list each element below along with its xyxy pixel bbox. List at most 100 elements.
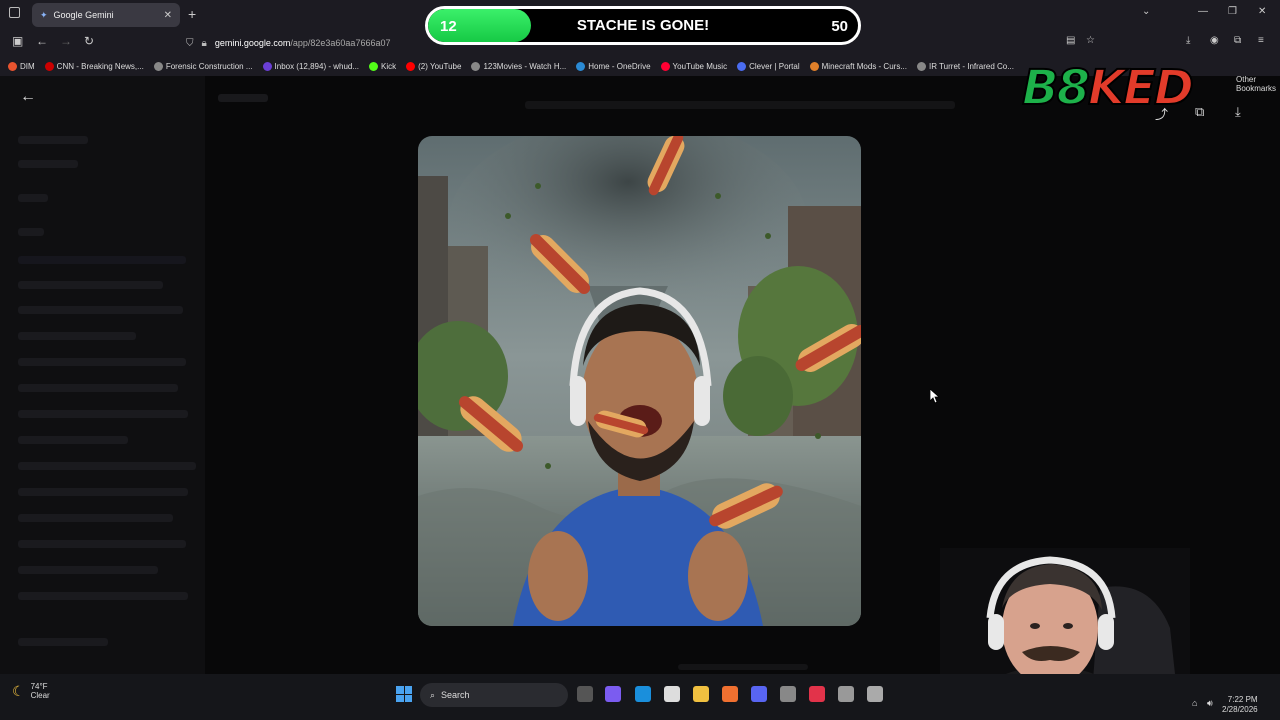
taskbar-search[interactable]: ⌕ Search	[420, 683, 568, 707]
task-view-icon[interactable]	[577, 686, 593, 702]
mouse-cursor	[930, 389, 940, 404]
back-button[interactable]: ←	[36, 34, 48, 48]
sidebar-item[interactable]	[18, 281, 163, 289]
sidebar-item[interactable]	[18, 566, 158, 574]
reload-button[interactable]: ↻	[84, 34, 94, 48]
tab-list-icon[interactable]	[9, 7, 20, 18]
app-icon-2[interactable]	[867, 686, 883, 702]
download-icon[interactable]: ⤓	[1235, 104, 1241, 120]
bookmark-item[interactable]: 123Movies - Watch H...	[471, 61, 566, 71]
sidebar-item[interactable]	[18, 194, 48, 202]
account-icon[interactable]: ◉	[1210, 35, 1219, 46]
windows-start-icon[interactable]	[396, 686, 412, 702]
maximize-button[interactable]: ❐	[1228, 6, 1237, 17]
sidebar-item[interactable]	[18, 540, 186, 548]
tab-title: Google Gemini	[53, 10, 114, 20]
clock-time: 7:22 PM	[1227, 695, 1258, 704]
other-bookmarks[interactable]: Other Bookmarks	[1236, 75, 1280, 93]
bookmark-icon	[44, 61, 54, 71]
sidebar-item[interactable]	[18, 256, 186, 264]
sidebar-item[interactable]	[18, 410, 188, 418]
prompt-text	[525, 101, 955, 109]
bookmark-label: Forensic Construction ...	[165, 61, 253, 71]
sidebar-item[interactable]	[18, 228, 44, 236]
discord-icon[interactable]	[751, 686, 767, 702]
bookmark-label: DIM	[20, 61, 35, 71]
edge-icon[interactable]	[635, 686, 651, 702]
bookmark-label: YouTube Music	[672, 61, 728, 71]
disclaimer-text	[678, 664, 808, 670]
bookmark-icon	[809, 61, 819, 71]
shield-icon: ⛉	[186, 37, 194, 49]
close-tab-icon[interactable]: ✕	[164, 10, 172, 21]
bookmark-item[interactable]: (2) YouTube	[406, 61, 461, 71]
sidebar-item[interactable]	[18, 488, 188, 496]
bookmark-icon	[369, 61, 379, 71]
sidebar-item[interactable]	[18, 514, 173, 522]
settings-icon[interactable]	[838, 686, 854, 702]
sidebar-item[interactable]	[18, 306, 183, 314]
store-icon[interactable]	[664, 686, 680, 702]
goal-progress-bar: 12 STACHE IS GONE! 50	[425, 6, 861, 45]
bookmark-item[interactable]: Inbox (12,894) - whud...	[262, 61, 360, 71]
bookmark-item[interactable]: DIM	[8, 61, 35, 71]
network-icon[interactable]: ⌂	[1192, 698, 1197, 708]
new-tab-button[interactable]: +	[188, 6, 196, 22]
minimize-button[interactable]: —	[1198, 6, 1208, 17]
menu-icon[interactable]: ≡	[1258, 35, 1264, 46]
bookmark-label: Inbox (12,894) - whud...	[274, 61, 360, 71]
bookmark-item[interactable]: YouTube Music	[660, 61, 728, 71]
file-explorer-icon[interactable]	[693, 686, 709, 702]
system-clock[interactable]: 7:22 PM 2/28/2026	[1222, 695, 1258, 715]
forward-button[interactable]: →	[60, 34, 72, 48]
bookmark-item[interactable]: Kick	[369, 61, 396, 71]
bookmark-icon	[153, 61, 163, 71]
close-window-button[interactable]: ✕	[1258, 6, 1266, 17]
bookmark-item[interactable]: Home - OneDrive	[576, 61, 651, 71]
progress-title: STACHE IS GONE!	[576, 17, 710, 34]
weather-condition: Clear	[30, 691, 50, 700]
url-domain: gemini.google.com	[214, 38, 291, 48]
sidebar-toggle-icon[interactable]: ▣	[12, 34, 23, 48]
chevron-down-icon[interactable]: ⌄	[1142, 6, 1150, 17]
lock-icon: 🔒︎	[201, 37, 207, 49]
back-arrow-icon[interactable]: ←	[20, 88, 36, 106]
reader-view-icon[interactable]: ▤	[1066, 35, 1075, 46]
bookmark-icon	[576, 61, 586, 71]
volume-icon[interactable]: 🔊︎	[1207, 698, 1213, 709]
sidebar-item[interactable]	[18, 160, 78, 168]
page-title	[218, 94, 268, 102]
search-placeholder: Search	[441, 690, 470, 700]
sidebar-item[interactable]	[18, 332, 136, 340]
sidebar-item[interactable]	[18, 384, 178, 392]
weather-widget[interactable]: ☾ 74°F Clear	[12, 682, 50, 700]
moon-icon: ☾	[12, 682, 25, 699]
temperature: 74°F	[30, 682, 48, 691]
sidebar-item[interactable]	[18, 136, 88, 144]
sidebar-item[interactable]	[18, 462, 196, 470]
firefox-icon[interactable]	[722, 686, 738, 702]
sidebar-item[interactable]	[18, 358, 186, 366]
bookmark-icon	[660, 61, 670, 71]
generated-image[interactable]	[418, 136, 861, 626]
tab-gemini[interactable]: ✦ Google Gemini ✕	[32, 3, 180, 27]
bookmark-item[interactable]: Minecraft Mods - Curs...	[809, 61, 907, 71]
extensions-icon[interactable]: ⧉	[1234, 35, 1241, 46]
media-icon[interactable]	[809, 686, 825, 702]
bookmark-item[interactable]: Forensic Construction ...	[153, 61, 253, 71]
sidebar-item[interactable]	[18, 436, 128, 444]
bookmark-icon	[406, 61, 416, 71]
copilot-icon[interactable]	[605, 686, 621, 702]
bookmark-item[interactable]: CNN - Breaking News,...	[44, 61, 144, 71]
settings-item[interactable]	[18, 638, 108, 646]
bookmark-label: IR Turret - Infrared Co...	[929, 61, 1014, 71]
bookmark-icon	[917, 61, 926, 71]
sidebar-item[interactable]	[18, 592, 188, 600]
clock-date: 2/28/2026	[1222, 705, 1258, 714]
bookmark-item[interactable]: IR Turret - Infrared Co...	[917, 61, 1014, 71]
bookmark-item[interactable]: Clever | Portal	[737, 61, 800, 71]
bookmark-star-icon[interactable]: ☆	[1086, 35, 1095, 46]
downloads-icon[interactable]: ⤓	[1186, 35, 1190, 46]
app-icon[interactable]	[780, 686, 796, 702]
search-icon: ⌕	[430, 689, 436, 700]
